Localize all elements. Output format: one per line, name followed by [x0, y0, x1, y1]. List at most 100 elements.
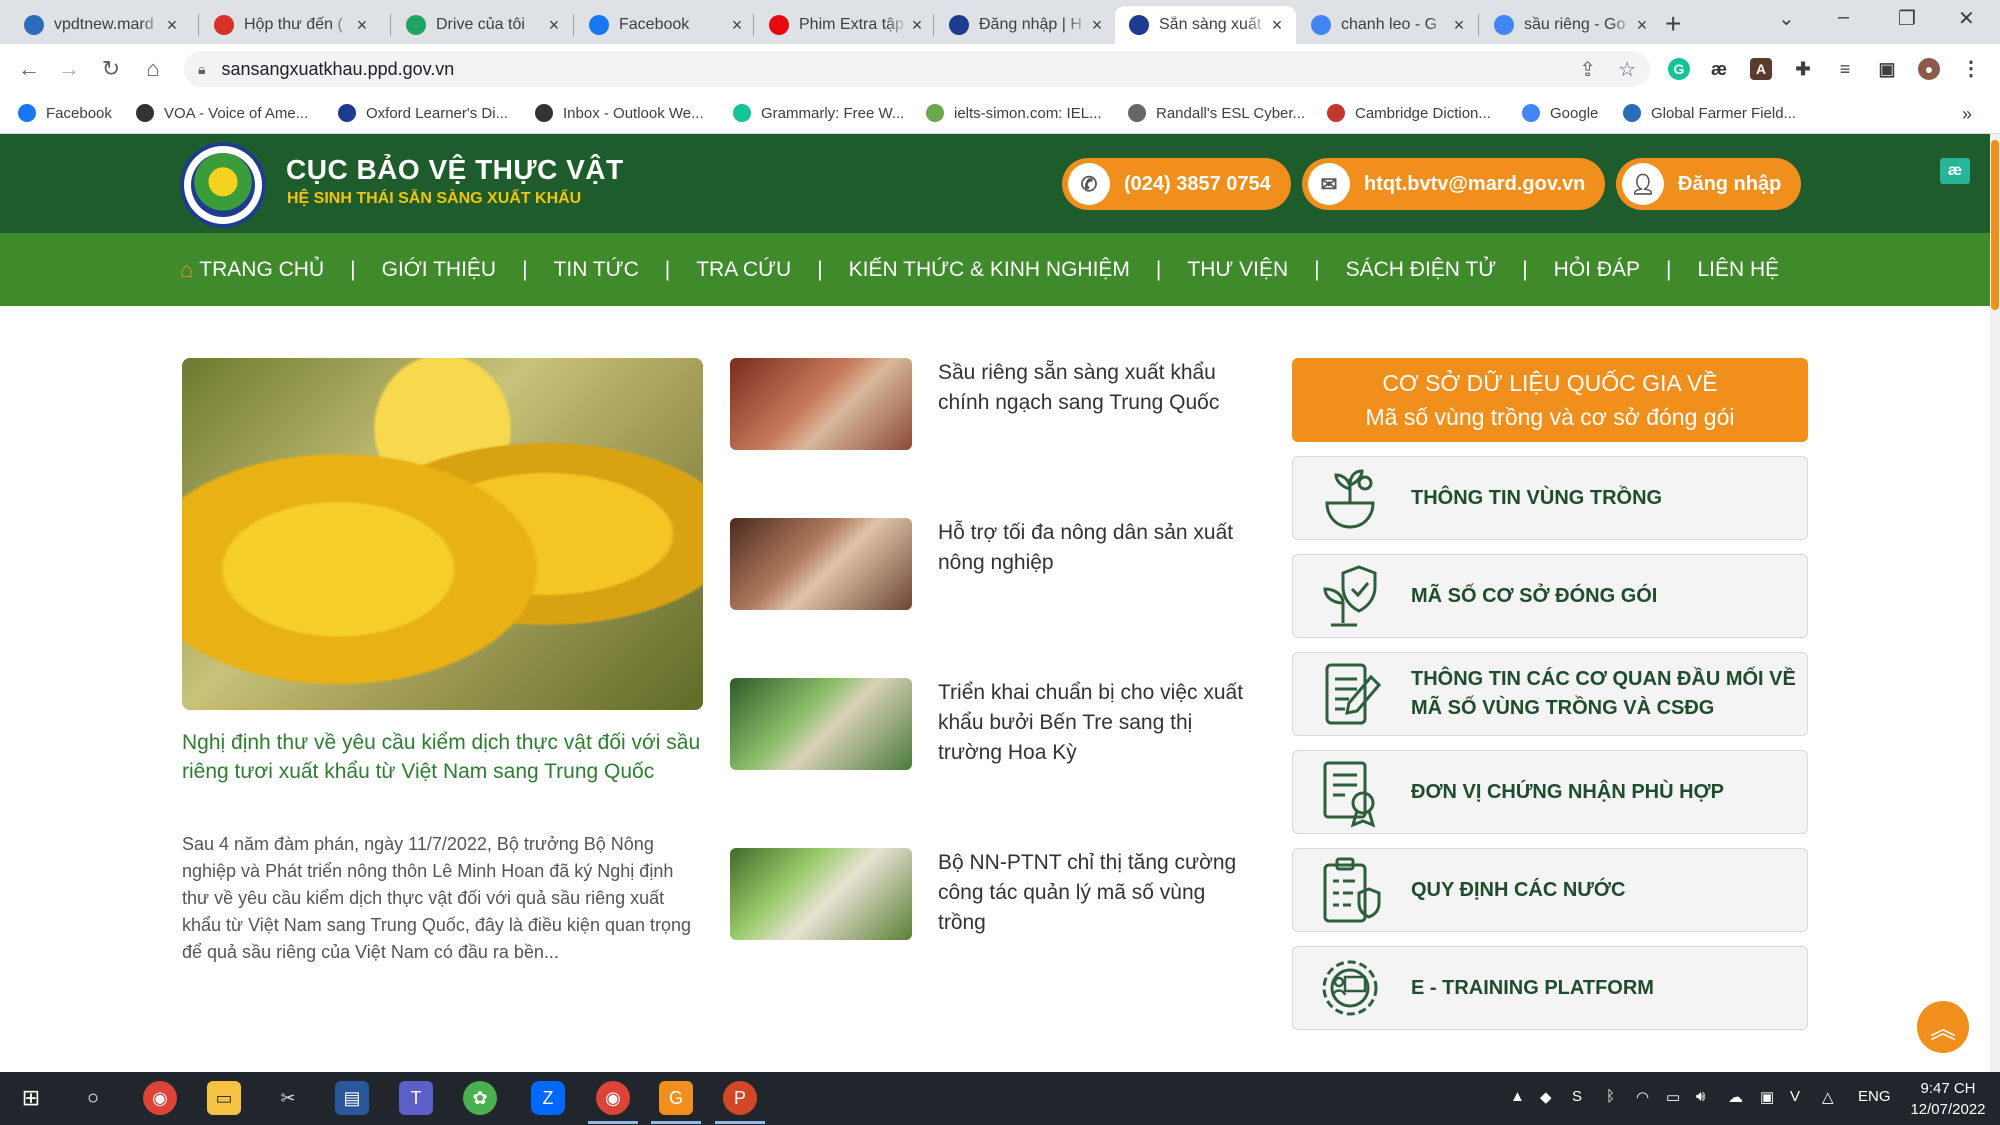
bookmark-item[interactable]: ielts-simon.com: IEL... — [926, 104, 1102, 122]
site-title[interactable]: CỤC BẢO VỆ THỰC VẬT — [286, 154, 624, 186]
app-icon[interactable]: ✿ — [463, 1081, 497, 1115]
login-button[interactable]: 👤︎ Đăng nhập — [1616, 158, 1802, 210]
browser-tab[interactable]: vpdtnew.mard × — [10, 6, 191, 44]
tray-app-icon[interactable]: ◆ — [1540, 1088, 1552, 1106]
nav-item[interactable]: TRA CỨU | — [696, 258, 848, 282]
forward-icon[interactable]: → — [54, 54, 84, 84]
tray-drive-icon[interactable]: ▲ — [1510, 1088, 1525, 1105]
tab-close-icon[interactable]: × — [163, 15, 181, 36]
reload-icon[interactable]: ↻ — [96, 54, 126, 84]
powerpoint-icon[interactable]: P — [715, 1081, 765, 1124]
tab-close-icon[interactable]: × — [1088, 15, 1106, 36]
scroll-to-top-button[interactable]: ︽ — [1917, 1001, 1969, 1053]
system-clock[interactable]: 9:47 CH 12/07/2022 — [1900, 1078, 1996, 1120]
bookmark-item[interactable]: VOA - Voice of Ame... — [136, 104, 308, 122]
tab-close-icon[interactable]: × — [1633, 15, 1651, 36]
store-icon[interactable]: ▤ — [335, 1081, 369, 1115]
chrome-active-taskbar-icon[interactable]: ◉ — [588, 1081, 638, 1124]
browser-tab[interactable]: Phim Extra tập × — [755, 6, 936, 44]
news-thumbnail-image[interactable] — [730, 848, 912, 940]
zalo-icon[interactable]: Z — [531, 1081, 565, 1115]
sidebar-link[interactable]: THÔNG TIN CÁC CƠ QUAN ĐẦU MỐI VỀ MÃ SỐ V… — [1292, 652, 1808, 736]
nav-item[interactable]: GIỚI THIỆU | — [382, 258, 554, 282]
tray-v-icon[interactable]: V — [1790, 1088, 1800, 1105]
extension-icon[interactable]: A — [1750, 58, 1772, 80]
news-title[interactable]: Sầu riêng sẵn sàng xuất khẩu chính ngạch… — [938, 358, 1258, 418]
browser-tab[interactable]: Đăng nhập | H × — [935, 6, 1116, 44]
reading-list-icon[interactable]: ≡ — [1834, 58, 1856, 80]
puzzle-extensions-icon[interactable]: ✚ — [1792, 58, 1814, 80]
sidebar-link[interactable]: THÔNG TIN VÙNG TRỒNG — [1292, 456, 1808, 540]
bookmark-item[interactable]: Facebook — [18, 104, 112, 122]
search-circle-icon[interactable]: ○ — [76, 1081, 110, 1115]
news-title[interactable]: Hỗ trợ tối đa nông dân sản xuất nông ngh… — [938, 518, 1258, 578]
url-text[interactable]: sansangxuatkhau.ppd.gov.vn — [221, 59, 1557, 80]
file-explorer-icon[interactable]: ▭ — [207, 1081, 241, 1115]
news-item[interactable]: Bộ NN-PTNT chỉ thị tăng cường công tác q… — [730, 848, 1250, 940]
bookmark-item[interactable]: Grammarly: Free W... — [733, 104, 904, 122]
ae-floating-icon[interactable]: æ — [1940, 158, 1970, 184]
profile-avatar[interactable]: ● — [1918, 58, 1940, 80]
tab-close-icon[interactable]: × — [353, 15, 371, 36]
bookmark-item[interactable]: Randall's ESL Cyber... — [1128, 104, 1305, 122]
tab-search-icon[interactable]: ⌄ — [1778, 6, 1795, 31]
more-bookmarks-icon[interactable]: » — [1962, 104, 1972, 125]
battery-icon[interactable]: ▭ — [1666, 1088, 1680, 1106]
tab-close-icon[interactable]: × — [1450, 15, 1468, 36]
news-item[interactable]: Sầu riêng sẵn sàng xuất khẩu chính ngạch… — [730, 358, 1250, 450]
browser-tab[interactable]: Sẵn sàng xuất × — [1115, 6, 1296, 44]
ae-extension-icon[interactable]: æ — [1708, 58, 1730, 80]
nav-item[interactable]: HỎI ĐÁP | — [1554, 258, 1698, 282]
snipping-tool-icon[interactable]: ✂ — [271, 1081, 305, 1115]
browser-tab[interactable]: Hộp thư đến (× — [200, 6, 381, 44]
browser-tab[interactable]: Facebook × — [575, 6, 756, 44]
slides-taskbar-icon[interactable]: G — [651, 1081, 701, 1124]
nav-item[interactable]: THƯ VIỆN | — [1187, 258, 1345, 282]
share-icon[interactable]: ⇪ — [1579, 57, 1596, 82]
volume-icon[interactable]: 🔊︎ — [1696, 1088, 1705, 1105]
display-icon[interactable]: ▣ — [1760, 1088, 1774, 1106]
news-item[interactable]: Hỗ trợ tối đa nông dân sản xuất nông ngh… — [730, 518, 1250, 610]
news-thumbnail-image[interactable] — [730, 678, 912, 770]
phone-button[interactable]: ✆ (024) 3857 0754 — [1062, 158, 1291, 210]
news-title[interactable]: Bộ NN-PTNT chỉ thị tăng cường công tác q… — [938, 848, 1258, 938]
bluetooth-icon[interactable]: ᛒ — [1606, 1088, 1615, 1105]
nav-item[interactable]: KIẾN THỨC & KINH NGHIỆM | — [849, 258, 1188, 282]
browser-tab[interactable]: chanh leo - G × — [1297, 6, 1478, 44]
language-indicator[interactable]: ENG — [1858, 1088, 1891, 1105]
chrome-taskbar-icon[interactable]: ◉ — [143, 1081, 177, 1115]
news-title[interactable]: Triển khai chuẩn bị cho việc xuất khẩu b… — [938, 678, 1258, 768]
national-database-banner[interactable]: CƠ SỞ DỮ LIỆU QUỐC GIA VỀ Mã số vùng trồ… — [1292, 358, 1808, 442]
menu-kebab-icon[interactable]: ⋮ — [1960, 58, 1982, 80]
home-icon[interactable]: ⌂ — [138, 54, 168, 84]
restore-button[interactable]: ❐ — [1898, 6, 1916, 31]
sidebar-link[interactable]: ĐƠN VỊ CHỨNG NHẬN PHÙ HỢP — [1292, 750, 1808, 834]
tab-close-icon[interactable]: × — [728, 15, 746, 36]
bookmark-item[interactable]: Inbox - Outlook We... — [535, 104, 704, 122]
nav-item[interactable]: LIÊN HỆ — [1698, 258, 1780, 282]
featured-article-title[interactable]: Nghị định thư về yêu cầu kiểm dịch thực … — [182, 728, 707, 786]
ppd-logo[interactable] — [180, 142, 266, 228]
sidebar-link[interactable]: QUY ĐỊNH CÁC NƯỚC — [1292, 848, 1808, 932]
onedrive-icon[interactable]: ☁ — [1728, 1088, 1743, 1106]
bookmark-item[interactable]: Global Farmer Field... — [1623, 104, 1796, 122]
tab-close-icon[interactable]: × — [1268, 15, 1286, 36]
minimize-button[interactable]: – — [1838, 6, 1849, 29]
news-item[interactable]: Triển khai chuẩn bị cho việc xuất khẩu b… — [730, 678, 1250, 770]
teams-icon[interactable]: T — [399, 1081, 433, 1115]
start-windows-icon[interactable]: ⊞ — [14, 1081, 48, 1115]
wifi-icon[interactable]: ◠ — [1636, 1088, 1649, 1106]
bookmark-item[interactable]: Google — [1522, 104, 1598, 122]
new-tab-button[interactable]: + — [1665, 8, 1681, 40]
grammarly-extension-icon[interactable]: G — [1668, 58, 1690, 80]
skype-icon[interactable]: S — [1572, 1088, 1582, 1105]
bookmark-item[interactable]: Oxford Learner's Di... — [338, 104, 508, 122]
back-icon[interactable]: ← — [14, 54, 44, 84]
bookmark-item[interactable]: Cambridge Diction... — [1327, 104, 1491, 122]
scrollbar-thumb[interactable] — [1991, 140, 1999, 310]
news-thumbnail-image[interactable] — [730, 358, 912, 450]
side-panel-icon[interactable]: ▣ — [1876, 58, 1898, 80]
featured-durian-image[interactable] — [182, 358, 703, 710]
bookmark-star-icon[interactable]: ☆ — [1618, 57, 1636, 82]
nav-item[interactable]: ⌂ TRANG CHỦ | — [180, 257, 382, 283]
